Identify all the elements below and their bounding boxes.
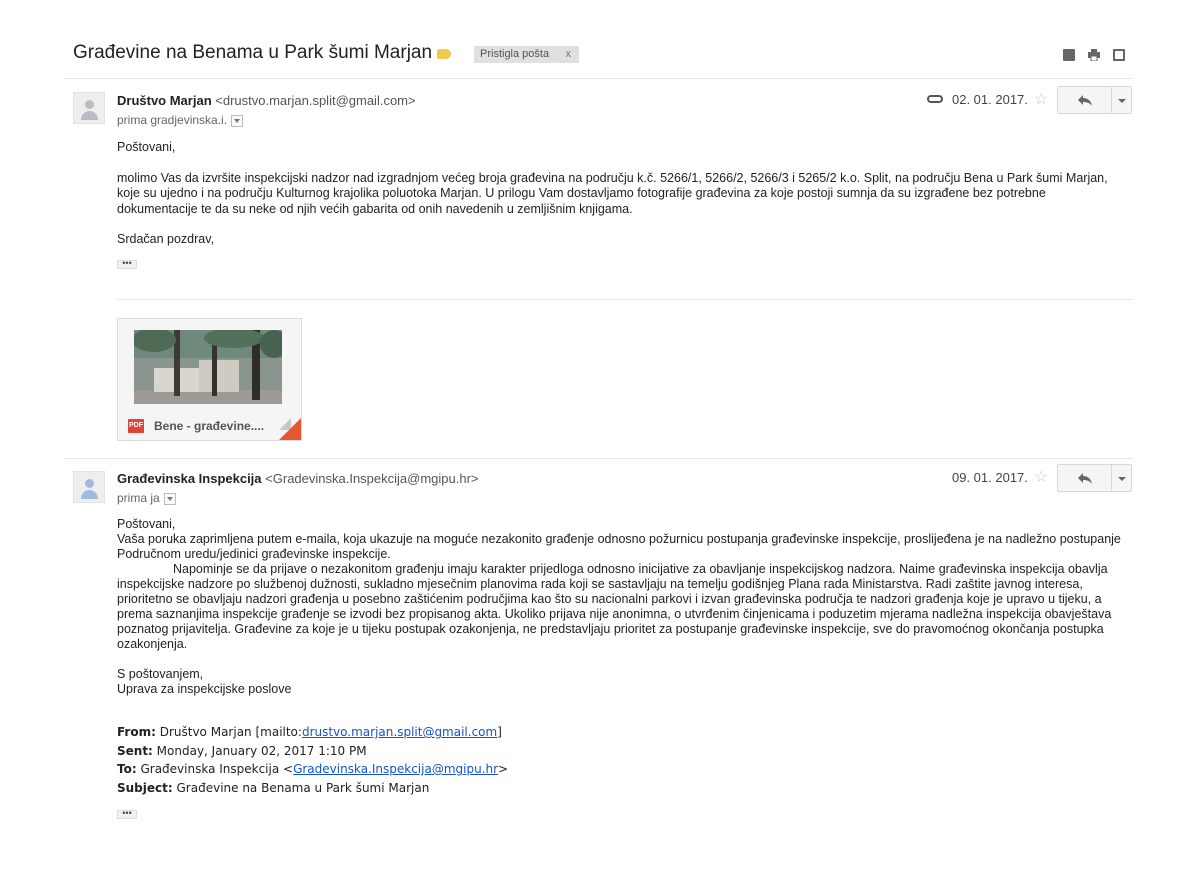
reply-icon — [1078, 473, 1092, 484]
message-2-recipient[interactable]: prima ja — [117, 491, 176, 505]
subject-value: Građevine na Benama u Park šumi Marjan — [172, 780, 430, 795]
recipient-text: prima ja — [117, 491, 160, 505]
more-options-icon[interactable] — [1112, 86, 1132, 114]
to-name: Građevinska Inspekcija < — [136, 762, 294, 776]
inbox-label-chip[interactable]: Pristigla pošta x — [474, 46, 579, 63]
sent-label: Sent: — [117, 743, 153, 758]
quoted-sent: Sent: Monday, January 02, 2017 1:10 PM — [117, 742, 1017, 761]
show-trimmed-content-button[interactable]: ••• — [117, 259, 137, 269]
to-end: > — [498, 762, 509, 776]
message-2-date: 09. 01. 2017. — [952, 470, 1028, 485]
quoted-header: From: Društvo Marjan [mailto:drustvo.mar… — [117, 723, 1017, 797]
show-details-icon[interactable] — [231, 114, 244, 127]
sender-avatar-icon — [73, 471, 105, 503]
quoted-from: From: Društvo Marjan [mailto:drustvo.mar… — [117, 723, 1017, 742]
paperclip-icon — [927, 95, 943, 103]
sent-value: Monday, January 02, 2017 1:10 PM — [152, 743, 367, 758]
reply-button[interactable] — [1057, 86, 1112, 114]
from-end: ] — [497, 725, 502, 739]
attachment-divider — [117, 299, 1133, 300]
message-2-sender[interactable]: Građevinska Inspekcija <Gradevinska.Insp… — [117, 471, 479, 486]
greeting: Poštovani, — [117, 140, 176, 154]
show-details-icon[interactable] — [163, 492, 176, 505]
show-trimmed-content-button[interactable]: ••• — [117, 809, 137, 819]
attachment-thumbnail — [134, 330, 282, 404]
recipient-text: prima gradjevinska.i. — [117, 113, 228, 127]
from-email-link[interactable]: drustvo.marjan.split@gmail.com — [302, 725, 497, 739]
more-options-icon[interactable] — [1112, 464, 1132, 492]
importance-marker-icon[interactable] — [437, 49, 451, 59]
attachment-card[interactable]: PDF Bene - građevine.... — [117, 318, 302, 441]
message-2-body: Poštovani, Vaša poruka zaprimljena putem… — [117, 517, 1122, 697]
from-name: Društvo Marjan [mailto: — [155, 725, 302, 739]
reply-button[interactable] — [1057, 464, 1112, 492]
thread-subject: Građevine na Benama u Park šumi Marjan — [73, 42, 433, 63]
closing: Srdačan pozdrav, — [117, 232, 215, 246]
body-paragraph-2: Napominje se da prijave o nezakonitom gr… — [117, 562, 1112, 651]
attachment-corner — [279, 418, 301, 440]
quoted-subject: Subject: Građevine na Benama u Park šumi… — [117, 779, 1017, 798]
reply-icon — [1078, 95, 1092, 106]
pdf-icon: PDF — [128, 419, 144, 433]
closing-1: S poštovanjem, — [117, 667, 204, 681]
sender-avatar-icon — [73, 92, 105, 124]
expand-all-icon[interactable] — [1063, 49, 1075, 61]
to-label: To: — [117, 762, 137, 776]
message-1-sender[interactable]: Društvo Marjan <drustvo.marjan.split@gma… — [117, 93, 416, 108]
attachment-name: Bene - građevine.... — [154, 419, 265, 433]
message-divider — [65, 458, 1133, 459]
subject-label: Subject: — [117, 780, 173, 795]
star-icon[interactable]: ☆ — [1034, 92, 1048, 108]
thread-header: Građevine na Benama u Park šumi Marjan P… — [0, 0, 1200, 78]
new-window-icon[interactable] — [1113, 49, 1125, 61]
sender-email: <drustvo.marjan.split@gmail.com> — [215, 93, 416, 108]
greeting: Poštovani, — [117, 517, 176, 531]
attachment-footer: PDF Bene - građevine.... — [118, 411, 301, 440]
star-icon[interactable]: ☆ — [1034, 470, 1048, 486]
message-1-recipient[interactable]: prima gradjevinska.i. — [117, 113, 244, 127]
body-paragraph-1: Vaša poruka zaprimljena putem e-maila, k… — [117, 532, 1121, 561]
header-divider — [65, 78, 1133, 79]
label-text: Pristigla pošta — [480, 48, 550, 60]
closing-2: Uprava za inspekcijske poslove — [117, 682, 292, 696]
to-email-link[interactable]: Gradevinska.Inspekcija@mgipu.hr — [293, 762, 498, 776]
sender-name: Građevinska Inspekcija — [117, 471, 262, 486]
sender-email: <Gradevinska.Inspekcija@mgipu.hr> — [265, 471, 479, 486]
from-label: From: — [117, 725, 156, 739]
print-icon[interactable] — [1088, 49, 1100, 61]
quoted-to: To: Građevinska Inspekcija <Gradevinska.… — [117, 760, 1017, 779]
body-paragraph: molimo Vas da izvršite inspekcijski nadz… — [117, 170, 1108, 216]
sender-name: Društvo Marjan — [117, 93, 212, 108]
remove-label-button[interactable]: x — [566, 48, 572, 60]
message-1-body: Poštovani, molimo Vas da izvršite inspek… — [117, 140, 1117, 248]
message-1-date: 02. 01. 2017. — [952, 92, 1028, 107]
